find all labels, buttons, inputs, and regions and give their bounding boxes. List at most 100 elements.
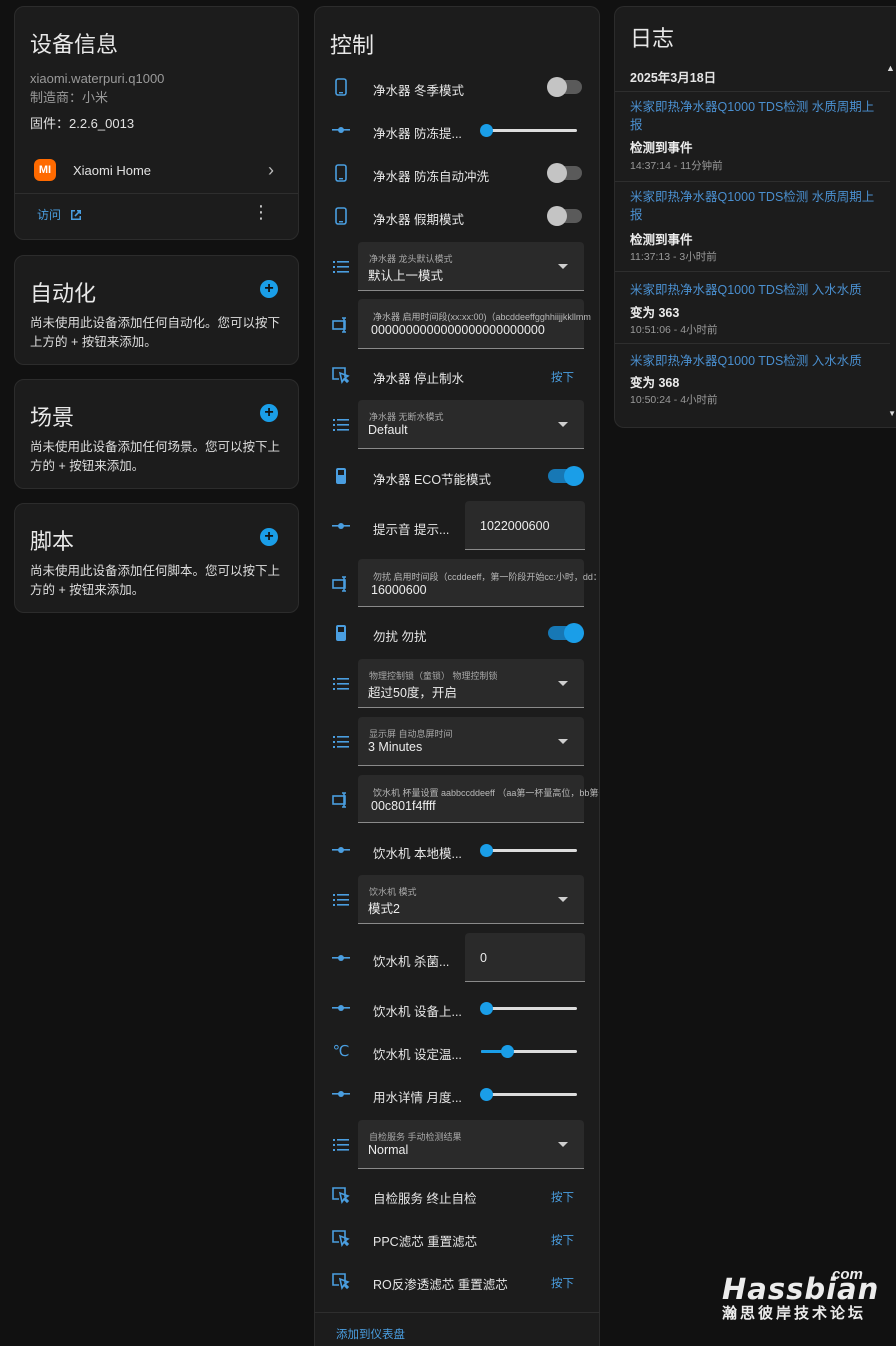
celsius-icon: ℃ <box>332 1043 350 1060</box>
log-entry-name[interactable]: 米家即热净水器Q1000 TDS检测 水质周期上报 <box>630 98 876 134</box>
beep-value: 1022000600 <box>480 519 550 533</box>
enable-period-text[interactable]: 0000000000000000000000000 <box>358 299 584 349</box>
list-icon <box>331 732 351 752</box>
child-lock-small-label: 物理控制锁（童锁） 物理控制锁 <box>369 671 498 681</box>
device-upload-slider[interactable] <box>480 1002 577 1015</box>
log-entry-time: 10:51:06 - 4小时前 <box>630 324 718 336</box>
child-lock-select[interactable]: 物理控制锁（童锁） 物理控制锁 超过50度，开启 <box>358 659 584 708</box>
monthly-usage-row: 用水详情 月度... <box>315 1084 599 1105</box>
self-check-result-value: Normal <box>368 1143 409 1157</box>
scroll-up-icon[interactable]: ▲ <box>886 63 896 73</box>
log-entry: 米家即热净水器Q1000 TDS检测 水质周期上报 检测到事件 11:37:13… <box>615 181 890 272</box>
ppc-reset-row: PPC滤芯 重置滤芯 按下 <box>315 1228 599 1249</box>
control-title: 控制 <box>330 33 375 58</box>
remote-icon <box>331 623 351 643</box>
winter-mode-toggle[interactable] <box>547 77 582 97</box>
child-lock-value: 超过50度，开启 <box>368 686 457 700</box>
set-temp-slider[interactable] <box>481 1045 577 1058</box>
automation-desc: 尚未使用此设备添加任何自动化。您可以按下上方的 + 按钮来添加。 <box>30 316 281 349</box>
holiday-mode-row: 净水器 假期模式 <box>315 206 599 227</box>
slider-knob[interactable] <box>480 124 493 137</box>
sterilize-number-input[interactable]: 0 <box>465 933 585 982</box>
no-stop-mode-small-label: 净水器 无断水模式 <box>369 412 444 422</box>
dnd-label: 勿扰 勿扰 <box>373 630 427 644</box>
antifreeze-label: 净水器 防冻提... <box>373 127 462 141</box>
slider-icon <box>331 840 351 860</box>
slider-knob[interactable] <box>501 1045 514 1058</box>
dispenser-mode-select[interactable]: 饮水机 模式 模式2 <box>358 875 584 924</box>
stop-self-check-label: 自检服务 终止自检 <box>373 1192 477 1206</box>
scroll-down-icon[interactable]: ▼ <box>888 409 896 418</box>
antifreeze-flush-toggle[interactable] <box>547 163 582 183</box>
set-temp-row: ℃ 饮水机 设定温... <box>315 1041 599 1062</box>
slider-knob[interactable] <box>480 844 493 857</box>
log-entry-action: 检测到事件 <box>630 141 693 155</box>
ro-reset-press-button[interactable]: 按下 <box>551 1275 574 1291</box>
monthly-usage-slider[interactable] <box>480 1088 577 1101</box>
ppc-reset-press-button[interactable]: 按下 <box>551 1232 574 1248</box>
screen-off-select[interactable]: 显示屏 自动息屏时间 3 Minutes <box>358 717 584 766</box>
eco-mode-toggle[interactable] <box>548 466 584 486</box>
cup-setting-text[interactable]: 00c801f4ffff <box>358 775 584 823</box>
slider-knob[interactable] <box>480 1002 493 1015</box>
self-check-result-select[interactable]: 自检服务 手动检测结果 Normal <box>358 1120 584 1169</box>
ro-reset-label: RO反渗透滤芯 重置滤芯 <box>373 1278 508 1292</box>
add-scene-icon[interactable]: + <box>260 404 278 422</box>
monthly-usage-label: 用水详情 月度... <box>373 1091 462 1105</box>
eco-mode-label: 净水器 ECO节能模式 <box>373 473 492 487</box>
log-entry-name[interactable]: 米家即热净水器Q1000 TDS检测 入水水质 <box>630 281 876 299</box>
scene-title: 场景 <box>30 405 75 430</box>
local-mode-slider[interactable] <box>480 844 577 857</box>
integration-name: Xiaomi Home <box>73 162 152 178</box>
touch-button-icon <box>331 1228 351 1248</box>
xiaomi-logo-icon: MI <box>34 159 56 181</box>
control-card: 控制 净水器 冬季模式 净水器 防冻提... 净水器 防冻自动冲洗 净水器 假期… <box>314 6 600 1346</box>
dnd-period-small-label: 勿扰 启用时间段（ccddeeff，第一阶段开始cc:小时，dd：分钟，第一阶段… <box>373 572 599 582</box>
log-entry: 米家即热净水器Q1000 TDS检测 入水水质 变为 368 10:50:24 … <box>615 343 890 416</box>
text-field-icon <box>331 315 351 335</box>
stop-self-check-press-button[interactable]: 按下 <box>551 1189 574 1205</box>
screen-off-small-label: 显示屏 自动息屏时间 <box>369 729 453 739</box>
stop-water-press-button[interactable]: 按下 <box>551 369 574 385</box>
holiday-mode-label: 净水器 假期模式 <box>373 213 464 227</box>
log-entry-name[interactable]: 米家即热净水器Q1000 TDS检测 水质周期上报 <box>630 188 876 224</box>
faucet-default-value: 默认上一模式 <box>368 269 444 283</box>
add-script-icon[interactable]: + <box>260 528 278 546</box>
log-entry-name[interactable]: 米家即热净水器Q1000 TDS检测 入水水质 <box>630 352 876 370</box>
antifreeze-slider[interactable] <box>480 124 577 137</box>
divider <box>314 1312 600 1313</box>
script-title: 脚本 <box>30 529 75 554</box>
more-vertical-icon[interactable]: ⋮ <box>252 203 270 221</box>
beep-number-input[interactable]: 1022000600 <box>465 501 585 550</box>
automation-title: 自动化 <box>30 281 97 306</box>
holiday-mode-toggle[interactable] <box>547 206 582 226</box>
dnd-period-text[interactable]: 16000600 <box>358 559 584 607</box>
eco-mode-row: 净水器 ECO节能模式 <box>315 466 599 487</box>
visit-link[interactable]: 访问 <box>37 206 83 223</box>
remote-icon <box>331 466 351 486</box>
device-model-info: xiaomi.waterpuri.q1000 制造商：小米 <box>30 69 164 107</box>
phone-icon <box>331 163 351 183</box>
device-upload-label: 饮水机 设备上... <box>373 1005 462 1019</box>
faucet-default-select[interactable]: 净水器 龙头默认模式 默认上一模式 <box>358 242 584 291</box>
automation-card: 自动化 + 尚未使用此设备添加任何自动化。您可以按下上方的 + 按钮来添加。 <box>14 255 299 365</box>
touch-button-icon <box>331 1271 351 1291</box>
touch-button-icon <box>331 365 351 385</box>
dnd-toggle[interactable] <box>548 623 584 643</box>
text-field-icon <box>331 574 351 594</box>
dropdown-arrow-icon <box>558 681 568 686</box>
add-automation-icon[interactable]: + <box>260 280 278 298</box>
screen-off-value: 3 Minutes <box>368 740 423 754</box>
list-icon <box>331 1135 351 1155</box>
antifreeze-slider-row: 净水器 防冻提... <box>315 120 599 141</box>
no-stop-mode-select[interactable]: 净水器 无断水模式 Default <box>358 400 584 449</box>
winter-mode-row: 净水器 冬季模式 <box>315 77 599 98</box>
text-field-icon <box>331 790 351 810</box>
slider-knob[interactable] <box>480 1088 493 1101</box>
antifreeze-flush-label: 净水器 防冻自动冲洗 <box>373 170 489 184</box>
dropdown-arrow-icon <box>558 739 568 744</box>
device-model: xiaomi.waterpuri.q1000 <box>30 71 165 86</box>
integration-row[interactable]: MI Xiaomi Home › <box>15 147 298 193</box>
local-mode-row: 饮水机 本地模... <box>315 840 599 861</box>
stop-water-row: 净水器 停止制水 按下 <box>315 365 599 386</box>
